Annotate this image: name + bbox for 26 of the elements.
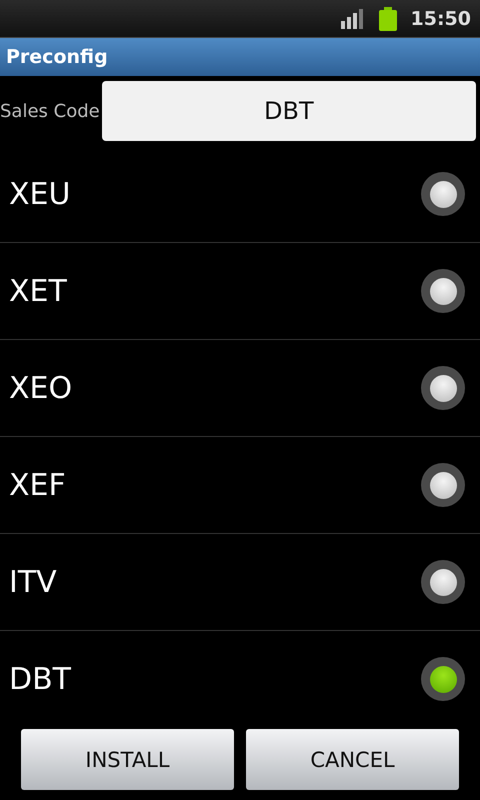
radio-button[interactable]: [421, 366, 465, 410]
option-row[interactable]: XEU: [0, 146, 480, 243]
option-label: ITV: [9, 564, 57, 600]
option-label: XET: [9, 274, 67, 308]
option-row[interactable]: ITV: [0, 534, 480, 631]
sales-code-label: Sales Code: [0, 100, 100, 122]
action-button[interactable]: CANCEL: [246, 729, 459, 790]
option-row[interactable]: DBT: [0, 631, 480, 727]
option-label: XEF: [9, 468, 66, 502]
sales-code-field[interactable]: DBT: [102, 81, 476, 141]
clock: 15:50: [410, 8, 471, 30]
title-bar: Preconfig: [0, 38, 480, 76]
radio-button[interactable]: [421, 463, 465, 507]
signal-icon: [340, 8, 365, 28]
option-row[interactable]: XEF: [0, 437, 480, 534]
battery-icon: [378, 6, 397, 30]
radio-button[interactable]: [421, 560, 465, 604]
action-button[interactable]: INSTALL: [21, 729, 234, 790]
option-label: DBT: [9, 662, 72, 696]
radio-button[interactable]: [421, 269, 465, 313]
option-label: XEU: [9, 176, 70, 212]
radio-button[interactable]: [421, 172, 465, 216]
option-label: XEO: [9, 370, 72, 406]
option-row[interactable]: XET: [0, 243, 480, 340]
radio-button[interactable]: [421, 657, 465, 701]
option-row[interactable]: XEO: [0, 340, 480, 437]
